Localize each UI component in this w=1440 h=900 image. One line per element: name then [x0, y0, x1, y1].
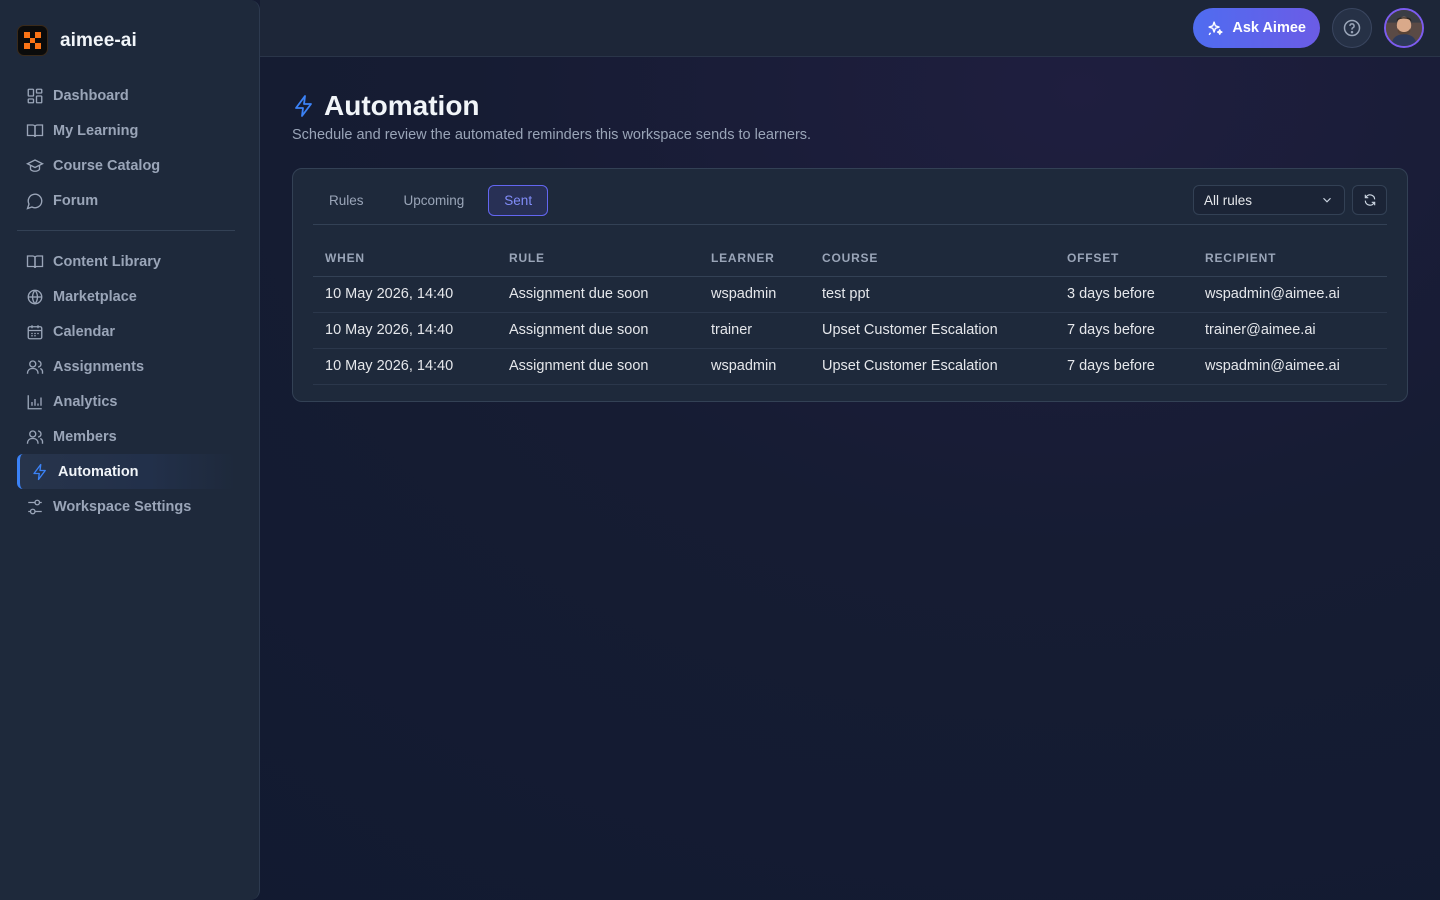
cell-recipient: wspadmin@aimee.ai	[1193, 276, 1387, 313]
brand-logo	[17, 25, 48, 56]
sparkles-icon	[1208, 20, 1223, 35]
cell-course: test ppt	[810, 276, 1055, 313]
page-title-text: Automation	[324, 90, 480, 121]
cell-when: 10 May 2026, 14:40	[313, 348, 497, 385]
chat-bubble-icon	[26, 193, 43, 210]
sidebar-item-label: Members	[53, 428, 117, 445]
secondary-nav: Content Library Marketplace Calendar Ass…	[17, 244, 235, 524]
sidebar-item-dashboard[interactable]: Dashboard	[17, 78, 235, 113]
cell-rule: Assignment due soon	[497, 276, 699, 313]
chevron-down-icon	[1323, 197, 1331, 203]
cell-recipient: wspadmin@aimee.ai	[1193, 348, 1387, 385]
sidebar-item-calendar[interactable]: Calendar	[17, 314, 235, 349]
cell-rule: Assignment due soon	[497, 348, 699, 385]
sidebar-item-analytics[interactable]: Analytics	[17, 384, 235, 419]
brand-name: aimee-ai	[60, 29, 137, 51]
bar-chart-icon	[27, 394, 42, 409]
help-button[interactable]	[1332, 8, 1372, 48]
globe-icon	[27, 289, 43, 305]
sidebar-item-workspace-settings[interactable]: Workspace Settings	[17, 489, 235, 524]
cell-rule: Assignment due soon	[497, 312, 699, 349]
sidebar-item-label: Forum	[53, 192, 99, 209]
table-header-row: WHEN RULE LEARNER COURSE OFFSET RECIPIEN…	[313, 241, 1387, 277]
tab-rules[interactable]: Rules	[313, 185, 380, 216]
column-header-learner[interactable]: LEARNER	[699, 241, 810, 277]
ask-aimee-button[interactable]: Ask Aimee	[1193, 8, 1320, 48]
cell-when: 10 May 2026, 14:40	[313, 276, 497, 313]
sidebar-item-label: Workspace Settings	[53, 498, 192, 515]
column-header-offset[interactable]: OFFSET	[1055, 241, 1193, 277]
help-circle-icon	[1343, 19, 1361, 37]
nav-divider	[17, 230, 235, 231]
sidebar-item-label: Marketplace	[53, 288, 137, 305]
sidebar-item-label: Course Catalog	[53, 157, 161, 174]
user-avatar-icon	[1386, 10, 1422, 46]
calendar-icon	[27, 324, 43, 339]
lightning-icon	[295, 95, 312, 117]
tab-sent[interactable]: Sent	[488, 185, 549, 216]
users-icon	[26, 359, 44, 374]
sidebar-item-content-library[interactable]: Content Library	[17, 244, 235, 279]
book-open-icon	[26, 123, 44, 137]
refresh-icon	[1364, 194, 1375, 206]
avatar[interactable]	[1384, 8, 1424, 48]
lightning-icon	[33, 463, 46, 480]
tabs-divider	[313, 224, 1387, 225]
sidebar-item-label: Assignments	[53, 358, 145, 375]
users-icon	[26, 429, 44, 444]
cell-offset: 7 days before	[1055, 348, 1193, 385]
sidebar-item-label: Automation	[58, 463, 139, 480]
primary-nav: Dashboard My Learning Course Catalog For…	[17, 78, 235, 218]
cell-recipient: trainer@aimee.ai	[1193, 312, 1387, 349]
column-header-recipient[interactable]: RECIPIENT	[1193, 241, 1387, 277]
cell-when: 10 May 2026, 14:40	[313, 312, 497, 349]
automation-card: Rules Upcoming Sent All rules WHEN RULE …	[292, 168, 1408, 402]
column-header-rule[interactable]: RULE	[497, 241, 699, 277]
sent-reminders-table: WHEN RULE LEARNER COURSE OFFSET RECIPIEN…	[313, 241, 1387, 385]
tab-bar: Rules Upcoming Sent	[313, 185, 549, 216]
sidebar-item-label: Dashboard	[53, 87, 129, 104]
sidebar-item-members[interactable]: Members	[17, 419, 235, 454]
sidebar-item-label: Calendar	[53, 323, 116, 340]
page-subtitle: Schedule and review the automated remind…	[292, 127, 812, 143]
table-row: 10 May 2026, 14:40 Assignment due soon w…	[313, 276, 1387, 313]
cell-offset: 7 days before	[1055, 312, 1193, 349]
cell-learner: trainer	[699, 312, 810, 349]
cell-course: Upset Customer Escalation	[810, 312, 1055, 349]
ask-aimee-label: Ask Aimee	[1232, 20, 1306, 36]
rule-filter-value: All rules	[1204, 192, 1253, 208]
sidebar-item-label: Content Library	[53, 253, 161, 270]
sidebar-item-label: Analytics	[53, 393, 118, 410]
column-header-when[interactable]: WHEN	[313, 241, 497, 277]
sidebar-item-marketplace[interactable]: Marketplace	[17, 279, 235, 314]
graduation-cap-icon	[26, 158, 44, 172]
cell-learner: wspadmin	[699, 348, 810, 385]
sidebar-item-label: My Learning	[53, 122, 139, 139]
cell-learner: wspadmin	[699, 276, 810, 313]
table-row: 10 May 2026, 14:40 Assignment due soon w…	[313, 348, 1387, 385]
rule-filter-select[interactable]: All rules	[1193, 185, 1345, 215]
dashboard-icon	[27, 88, 43, 103]
sidebar-item-course-catalog[interactable]: Course Catalog	[17, 148, 235, 183]
refresh-button[interactable]	[1352, 185, 1387, 215]
sidebar-item-assignments[interactable]: Assignments	[17, 349, 235, 384]
sliders-icon	[28, 499, 42, 514]
table-row: 10 May 2026, 14:40 Assignment due soon t…	[313, 312, 1387, 349]
column-header-course[interactable]: COURSE	[810, 241, 1055, 277]
topbar: Ask Aimee	[260, 0, 1440, 57]
cell-course: Upset Customer Escalation	[810, 348, 1055, 385]
sidebar-item-forum[interactable]: Forum	[17, 183, 235, 218]
sidebar-item-my-learning[interactable]: My Learning	[17, 113, 235, 148]
sidebar: aimee-ai Dashboard My Learning Course Ca…	[0, 0, 260, 900]
book-open-icon	[26, 254, 44, 268]
sidebar-item-automation[interactable]: Automation	[17, 454, 235, 489]
cell-offset: 3 days before	[1055, 276, 1193, 313]
brand[interactable]: aimee-ai	[17, 25, 137, 56]
page-title: Automation	[292, 88, 1408, 124]
tab-upcoming[interactable]: Upcoming	[388, 185, 481, 216]
main-content: Automation Schedule and review the autom…	[292, 88, 1408, 402]
